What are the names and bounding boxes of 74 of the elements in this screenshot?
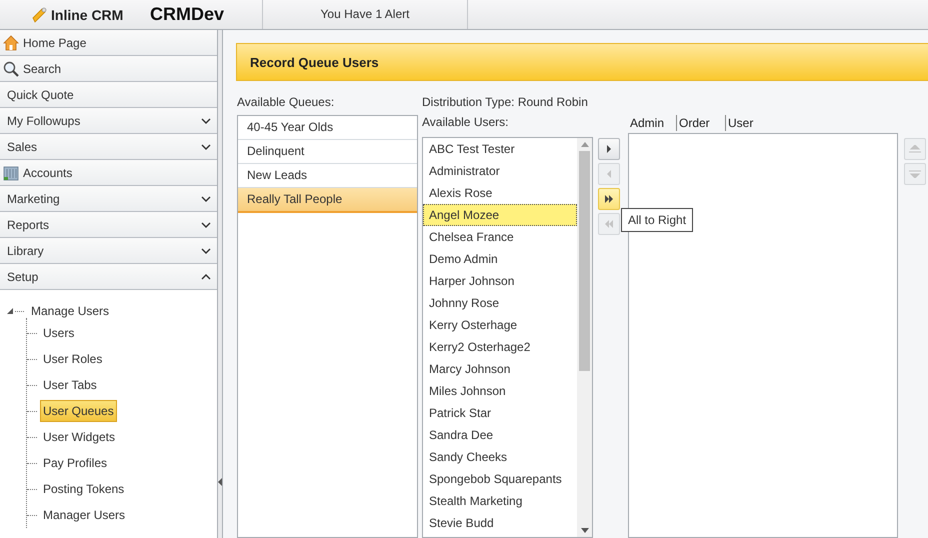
sidebar-item[interactable]: Reports	[0, 212, 217, 238]
user-item[interactable]: Chelsea France	[423, 226, 577, 248]
search-icon	[3, 60, 19, 76]
tree-item[interactable]: Manager Users	[40, 504, 128, 526]
double-triangle-icon	[604, 220, 614, 228]
chevron-up-icon	[201, 274, 211, 280]
move-down-icon	[909, 170, 921, 178]
scroll-up-icon[interactable]	[580, 142, 588, 147]
expander-icon[interactable]	[6, 307, 14, 315]
tree-item[interactable]: User Roles	[40, 348, 106, 370]
chevron-down-icon	[201, 196, 211, 202]
user-item[interactable]: Kerry2 Osterhage2	[423, 336, 577, 358]
user-item[interactable]: Spongebob Squarepants	[423, 468, 577, 490]
scroll-down-icon[interactable]	[580, 528, 588, 533]
triangle-icon	[604, 145, 614, 153]
sidebar-item[interactable]: My Followups	[0, 108, 217, 134]
scroll-thumb[interactable]	[579, 151, 590, 371]
chevron-down-icon	[201, 118, 211, 124]
queue-item[interactable]: 40-45 Year Olds	[238, 116, 417, 140]
sidebar-item[interactable]: Sales	[0, 134, 217, 160]
tree-item[interactable]: Posting Tokens	[40, 478, 128, 500]
instance-name: CRMDev	[150, 4, 226, 25]
sidebar-item[interactable]: Marketing	[0, 186, 217, 212]
column-header[interactable]: Admin	[628, 115, 676, 131]
tree-item[interactable]: User Queues	[40, 400, 117, 422]
chevron-down-icon	[201, 144, 211, 150]
building-icon	[3, 164, 19, 180]
users-label: Available Users:	[422, 115, 510, 131]
user-item[interactable]: Stealth Marketing	[423, 490, 577, 512]
tree-item[interactable]: Pay Profiles	[40, 452, 110, 474]
sidebar-item[interactable]: Accounts	[0, 160, 217, 186]
sidebar-item[interactable]: Setup	[0, 264, 217, 290]
chevron-down-icon	[201, 222, 211, 228]
user-item[interactable]: Sandra Dee	[423, 424, 577, 446]
user-item[interactable]: Stevie Budd	[423, 512, 577, 534]
user-item[interactable]: Administrator	[423, 160, 577, 182]
user-item[interactable]: Kerry Osterhage	[423, 314, 577, 336]
user-item[interactable]: Alexis Rose	[423, 182, 577, 204]
queues-label: Available Queues:	[237, 95, 336, 111]
queue-item[interactable]: Really Tall People	[238, 188, 417, 213]
transfer-button[interactable]	[598, 188, 620, 210]
app-name: Inline CRM	[51, 6, 124, 22]
page-title: Record Queue Users	[250, 54, 379, 70]
tree-item[interactable]: User Tabs	[40, 374, 100, 396]
sidebar-item[interactable]: Search	[0, 56, 217, 82]
user-item[interactable]: Patrick Star	[423, 402, 577, 424]
user-item[interactable]: Angel Mozee	[423, 204, 577, 226]
user-item[interactable]: Johnny Rose	[423, 292, 577, 314]
house-icon	[3, 34, 19, 50]
sidebar-item[interactable]: Quick Quote	[0, 82, 217, 108]
tree-item[interactable]: User Widgets	[40, 426, 118, 448]
column-header[interactable]: Order	[676, 115, 725, 131]
queue-item[interactable]: Delinquent	[238, 140, 417, 164]
move-up-icon	[909, 145, 921, 153]
tree-item[interactable]: Manage Users	[28, 300, 112, 322]
user-item[interactable]: Sandy Cheeks	[423, 446, 577, 468]
tree-item[interactable]: Users	[40, 322, 78, 344]
user-item[interactable]: ABC Test Tester	[423, 138, 577, 160]
distribution-type: Distribution Type: Round Robin	[422, 95, 589, 111]
transfer-button[interactable]	[598, 138, 620, 160]
alert-link[interactable]: You Have 1 Alert	[262, 0, 468, 29]
chevron-down-icon	[201, 248, 211, 254]
column-header[interactable]: User	[725, 115, 774, 131]
user-item[interactable]: Miles Johnson	[423, 380, 577, 402]
collapse-arrow-icon[interactable]	[218, 478, 222, 486]
sidebar-item[interactable]: Library	[0, 238, 217, 264]
user-item[interactable]: Marcy Johnson	[423, 358, 577, 380]
tooltip: All to Right	[621, 208, 694, 232]
double-triangle-icon	[604, 195, 614, 203]
sidebar-item[interactable]: Home Page	[0, 30, 217, 56]
user-item[interactable]: Harper Johnson	[423, 270, 577, 292]
user-item[interactable]: Demo Admin	[423, 248, 577, 270]
pencil-icon	[32, 6, 48, 22]
scrollbar[interactable]	[577, 138, 592, 537]
